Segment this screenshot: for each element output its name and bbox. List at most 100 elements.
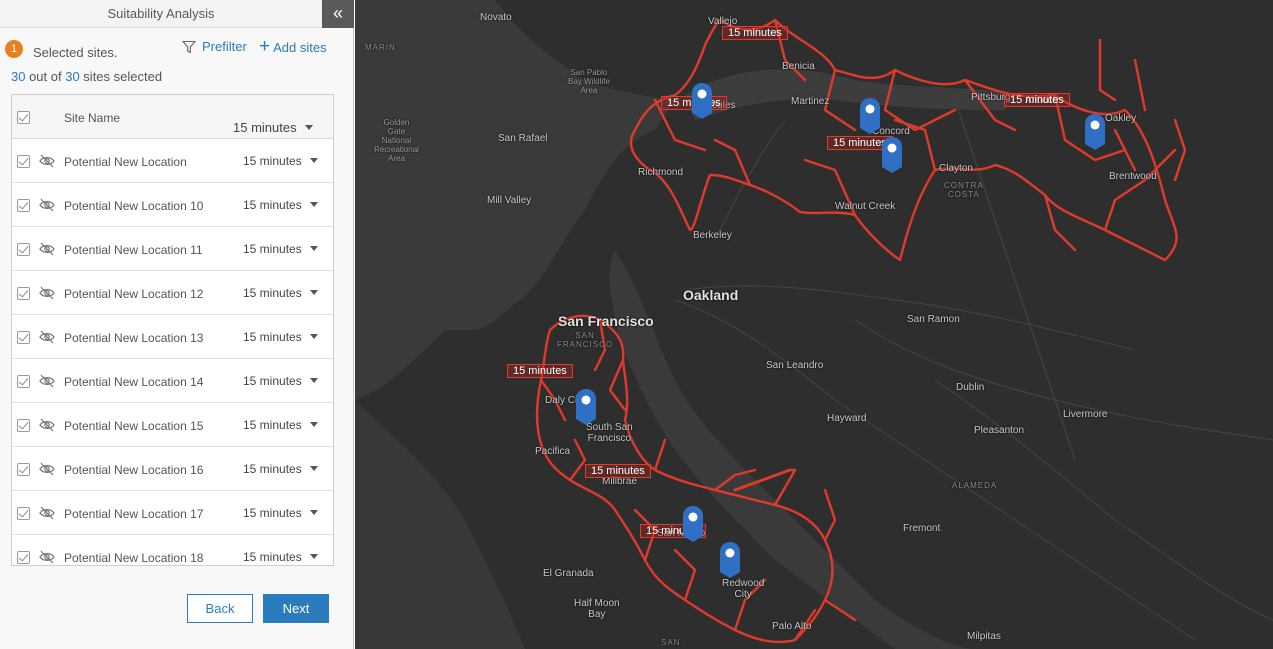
table-row[interactable]: Potential New Location 12 15 minutes — [12, 271, 333, 315]
row-checkbox[interactable] — [17, 375, 30, 388]
site-pin-icon[interactable] — [682, 505, 704, 543]
suitability-panel: Suitability Analysis « 1 Selected sites.… — [0, 0, 354, 649]
label-mill-valley: Mill Valley — [487, 195, 532, 206]
site-name: Potential New Location 11 — [64, 243, 203, 257]
visibility-toggle-icon[interactable] — [39, 550, 55, 564]
collapse-panel-button[interactable]: « — [322, 0, 354, 28]
visibility-toggle-icon[interactable] — [39, 418, 55, 432]
table-row[interactable]: Potential New Location 15 15 minutes — [12, 403, 333, 447]
visibility-toggle-icon[interactable] — [39, 462, 55, 476]
isochrone-label: 15 minutes — [722, 26, 788, 40]
selection-count: 30 out of 30 sites selected — [11, 69, 162, 84]
site-name-header: Site Name — [64, 111, 121, 125]
table-row[interactable]: Potential New Location 15 minutes — [12, 139, 333, 183]
drive-time-dropdown[interactable]: 15 minutes — [243, 242, 318, 256]
visibility-toggle-icon[interactable] — [39, 506, 55, 520]
drive-time-value: 15 minutes — [243, 330, 302, 344]
drive-time-dropdown[interactable]: 15 minutes — [243, 550, 318, 564]
isochrone-label: 15 minutes — [585, 464, 651, 478]
label-fremont: Fremont — [903, 523, 941, 534]
map-view[interactable]: Novato Vallejo Benicia MARIN San Pablo B… — [355, 0, 1273, 649]
visibility-toggle-icon[interactable] — [39, 330, 55, 344]
label-san-bottom: SAN — [661, 638, 681, 647]
label-oakland: Oakland — [683, 287, 739, 303]
drive-time-dropdown[interactable]: 15 minutes — [243, 462, 318, 476]
row-checkbox[interactable] — [17, 287, 30, 300]
prefilter-label: Prefilter — [202, 39, 247, 54]
label-walnut-creek: Walnut Creek — [835, 201, 896, 212]
table-row[interactable]: Potential New Location 17 15 minutes — [12, 491, 333, 535]
label-san-rafael: San Rafael — [498, 133, 548, 144]
selected-count: 30 — [11, 69, 26, 84]
table-row[interactable]: Potential New Location 11 15 minutes — [12, 227, 333, 271]
caret-down-icon — [304, 125, 313, 130]
count-separator: out of — [25, 69, 66, 84]
site-pin-icon[interactable] — [881, 136, 903, 174]
table-row[interactable]: Potential New Location 18 15 minutes — [12, 535, 333, 565]
drive-time-value: 15 minutes — [243, 198, 302, 212]
label-oakley: Oakley — [1105, 113, 1137, 124]
visibility-toggle-icon[interactable] — [39, 154, 55, 168]
drive-time-dropdown[interactable]: 15 minutes — [243, 374, 318, 388]
row-checkbox[interactable] — [17, 199, 30, 212]
label-livermore: Livermore — [1063, 409, 1108, 420]
visibility-toggle-icon[interactable] — [39, 286, 55, 300]
visibility-toggle-icon[interactable] — [39, 242, 55, 256]
total-count: 30 — [65, 69, 80, 84]
caret-down-icon — [309, 466, 318, 471]
prefilter-button[interactable]: Prefilter — [182, 39, 247, 54]
label-hayward: Hayward — [827, 413, 867, 424]
row-checkbox[interactable] — [17, 507, 30, 520]
row-checkbox[interactable] — [17, 155, 30, 168]
site-name: Potential New Location — [64, 155, 187, 169]
drive-time-value: 15 minutes — [243, 154, 302, 168]
drive-time-value: 15 minutes — [243, 374, 302, 388]
table-row[interactable]: Potential New Location 13 15 minutes — [12, 315, 333, 359]
drive-time-value: 15 minutes — [243, 550, 302, 564]
select-all-checkbox[interactable] — [17, 111, 30, 124]
drive-time-dropdown[interactable]: 15 minutes — [243, 154, 318, 168]
site-pin-icon[interactable] — [859, 97, 881, 135]
label-san-francisco: San Francisco — [558, 313, 654, 329]
plus-icon: + — [259, 36, 271, 57]
label-clayton: Clayton — [939, 163, 973, 174]
row-checkbox[interactable] — [17, 331, 30, 344]
site-name: Potential New Location 14 — [64, 375, 204, 389]
header-time-dropdown[interactable]: 15 minutes — [233, 120, 313, 135]
label-berkeley: Berkeley — [693, 230, 732, 241]
step-badge: 1 — [5, 40, 23, 58]
row-checkbox[interactable] — [17, 551, 30, 564]
drive-time-dropdown[interactable]: 15 minutes — [243, 198, 318, 212]
site-pin-icon[interactable] — [1084, 113, 1106, 151]
row-checkbox[interactable] — [17, 243, 30, 256]
back-button[interactable]: Back — [187, 594, 253, 623]
site-name: Potential New Location 18 — [64, 551, 204, 565]
label-marin: MARIN — [365, 43, 396, 52]
site-name: Potential New Location 17 — [64, 507, 204, 521]
label-brentwood: Brentwood — [1109, 171, 1157, 182]
site-name: Potential New Location 16 — [64, 463, 204, 477]
drive-time-dropdown[interactable]: 15 minutes — [243, 330, 318, 344]
drive-time-value: 15 minutes — [243, 418, 302, 432]
visibility-toggle-icon[interactable] — [39, 374, 55, 388]
label-milpitas: Milpitas — [967, 631, 1001, 642]
drive-time-dropdown[interactable]: 15 minutes — [243, 506, 318, 520]
next-button[interactable]: Next — [263, 594, 329, 623]
site-pin-icon[interactable] — [719, 541, 741, 579]
row-checkbox[interactable] — [17, 463, 30, 476]
label-martinez: Martinez — [791, 96, 830, 107]
row-checkbox[interactable] — [17, 419, 30, 432]
drive-time-dropdown[interactable]: 15 minutes — [243, 418, 318, 432]
site-pin-icon[interactable] — [575, 388, 597, 426]
drive-time-dropdown[interactable]: 15 minutes — [243, 286, 318, 300]
site-pin-icon[interactable] — [691, 82, 713, 120]
selected-sites-label: Selected sites. — [33, 45, 118, 60]
table-row[interactable]: Potential New Location 16 15 minutes — [12, 447, 333, 491]
table-row[interactable]: Potential New Location 10 15 minutes — [12, 183, 333, 227]
label-pleasanton: Pleasanton — [974, 425, 1025, 436]
label-san-pablo-bay: San Pablo Bay Wildlife Area — [568, 68, 610, 95]
visibility-toggle-icon[interactable] — [39, 198, 55, 212]
add-sites-button[interactable]: + Add sites — [259, 36, 327, 57]
table-row[interactable]: Potential New Location 14 15 minutes — [12, 359, 333, 403]
label-golden-gate: Golden Gate National Recreational Area — [374, 118, 419, 163]
